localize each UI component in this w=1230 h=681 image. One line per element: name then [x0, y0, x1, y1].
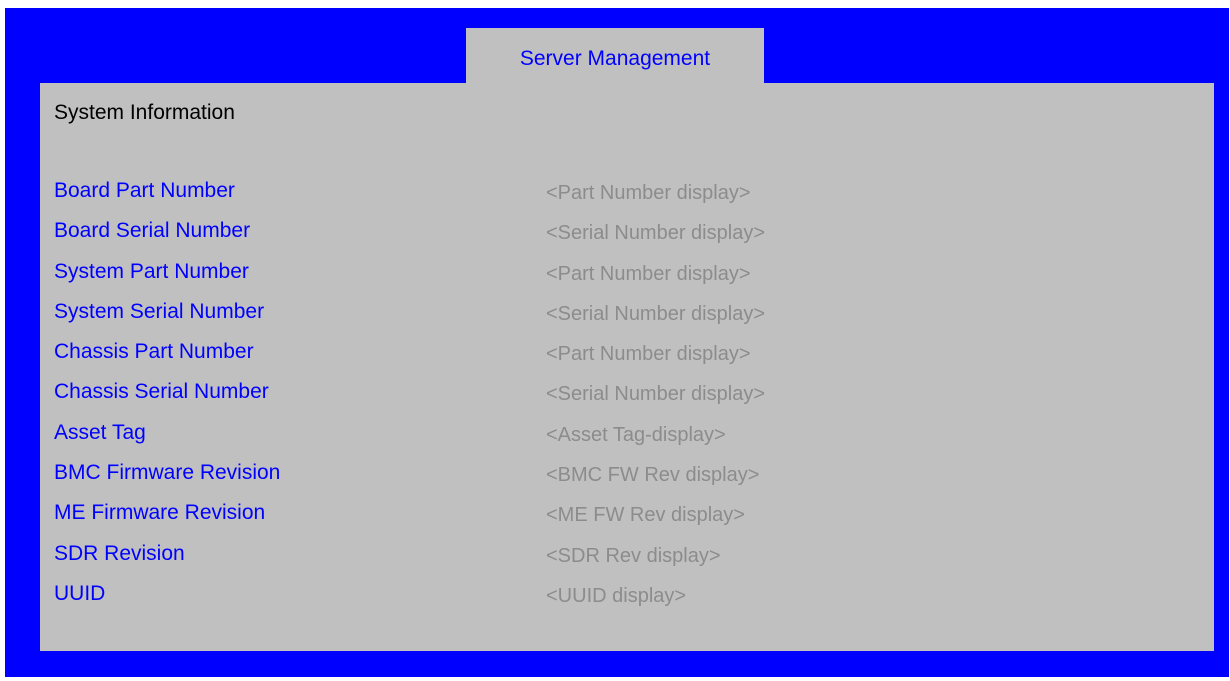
- sdr-revision-value: <SDR Rev display>: [546, 544, 721, 567]
- uuid-label[interactable]: UUID: [54, 582, 105, 606]
- bios-frame: Server Management System Information Boa…: [5, 8, 1229, 677]
- chassis-part-number-value: <Part Number display>: [546, 343, 751, 366]
- row-board-serial-number: Board Serial Number <Serial Number displ…: [54, 219, 1154, 259]
- me-firmware-revision-label[interactable]: ME Firmware Revision: [54, 501, 265, 525]
- system-serial-number-label[interactable]: System Serial Number: [54, 300, 264, 324]
- sdr-revision-label[interactable]: SDR Revision: [54, 542, 185, 566]
- board-part-number-value: <Part Number display>: [546, 182, 751, 204]
- row-system-part-number: System Part Number <Part Number display>: [54, 260, 1154, 300]
- bmc-firmware-revision-label[interactable]: BMC Firmware Revision: [54, 461, 280, 485]
- tab-server-management[interactable]: Server Management: [466, 28, 764, 84]
- uuid-value: <UUID display>: [546, 584, 687, 607]
- row-board-part-number: Board Part Number <Part Number display>: [54, 179, 1154, 219]
- info-list: Board Part Number <Part Number display> …: [54, 179, 1154, 622]
- asset-tag-value: <Asset Tag-display>: [546, 423, 726, 446]
- row-bmc-firmware-revision: BMC Firmware Revision <BMC FW Rev displa…: [54, 461, 1154, 501]
- row-asset-tag: Asset Tag <Asset Tag-display>: [54, 421, 1154, 461]
- page-title: System Information: [54, 101, 235, 124]
- row-me-firmware-revision: ME Firmware Revision <ME FW Rev display>: [54, 501, 1154, 541]
- system-information-panel: System Information Board Part Number <Pa…: [40, 83, 1214, 651]
- row-chassis-part-number: Chassis Part Number <Part Number display…: [54, 340, 1154, 380]
- system-part-number-value: <Part Number display>: [546, 262, 751, 285]
- bmc-firmware-revision-value: <BMC FW Rev display>: [546, 464, 760, 487]
- row-chassis-serial-number: Chassis Serial Number <Serial Number dis…: [54, 380, 1154, 420]
- asset-tag-label[interactable]: Asset Tag: [54, 421, 146, 445]
- row-sdr-revision: SDR Revision <SDR Rev display>: [54, 542, 1154, 582]
- board-serial-number-value: <Serial Number display>: [546, 222, 765, 245]
- chassis-serial-number-value: <Serial Number display>: [546, 383, 765, 406]
- row-system-serial-number: System Serial Number <Serial Number disp…: [54, 300, 1154, 340]
- system-serial-number-value: <Serial Number display>: [546, 302, 765, 325]
- board-part-number-label[interactable]: Board Part Number: [54, 179, 235, 203]
- board-serial-number-label[interactable]: Board Serial Number: [54, 219, 250, 243]
- me-firmware-revision-value: <ME FW Rev display>: [546, 504, 745, 527]
- row-uuid: UUID <UUID display>: [54, 582, 1154, 622]
- chassis-part-number-label[interactable]: Chassis Part Number: [54, 340, 254, 364]
- chassis-serial-number-label[interactable]: Chassis Serial Number: [54, 380, 269, 404]
- system-part-number-label[interactable]: System Part Number: [54, 260, 249, 284]
